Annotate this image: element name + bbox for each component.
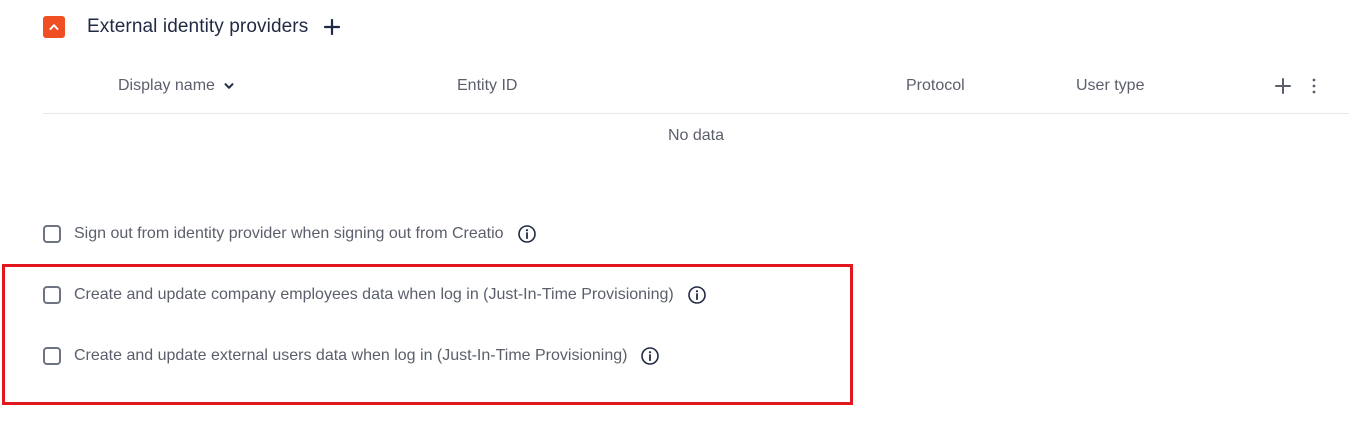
info-icon[interactable] [640, 346, 660, 366]
checkbox[interactable] [43, 347, 61, 365]
option-jit-external-users: Create and update external users data wh… [43, 344, 660, 368]
column-header-user-type[interactable]: User type [1076, 77, 1144, 95]
add-provider-button[interactable] [322, 17, 342, 37]
checkbox[interactable] [43, 286, 61, 304]
column-header-entity-id[interactable]: Entity ID [457, 77, 517, 95]
option-jit-employees: Create and update company employees data… [43, 283, 707, 307]
chevron-down-icon [223, 80, 235, 92]
option-label[interactable]: Create and update external users data wh… [74, 347, 627, 365]
section-header: External identity providers [43, 14, 342, 40]
column-header-protocol[interactable]: Protocol [906, 77, 965, 95]
info-icon[interactable] [687, 285, 707, 305]
checkbox[interactable] [43, 225, 61, 243]
info-icon[interactable] [517, 224, 537, 244]
add-column-button[interactable] [1272, 75, 1294, 97]
empty-state-text: No data [667, 127, 725, 144]
column-header-label: Protocol [906, 77, 965, 94]
option-sign-out-from-idp: Sign out from identity provider when sig… [43, 222, 537, 246]
more-vertical-icon [1312, 78, 1316, 94]
column-header-label: Display name [118, 77, 215, 94]
table-header: Display name Entity ID Protocol User typ… [43, 70, 1349, 114]
table-more-button[interactable] [1306, 75, 1322, 97]
page: External identity providers Display name… [0, 0, 1361, 424]
column-header-label: User type [1076, 77, 1145, 94]
option-label[interactable]: Create and update company employees data… [74, 286, 674, 304]
option-label[interactable]: Sign out from identity provider when sig… [74, 225, 504, 243]
plus-icon [324, 18, 341, 36]
plus-icon [1275, 78, 1291, 94]
column-header-display-name[interactable]: Display name [118, 77, 235, 95]
collapse-section-button[interactable] [43, 16, 65, 38]
section-title: External identity providers [87, 16, 309, 37]
chevron-up-icon [49, 24, 59, 30]
column-header-label: Entity ID [457, 77, 518, 94]
